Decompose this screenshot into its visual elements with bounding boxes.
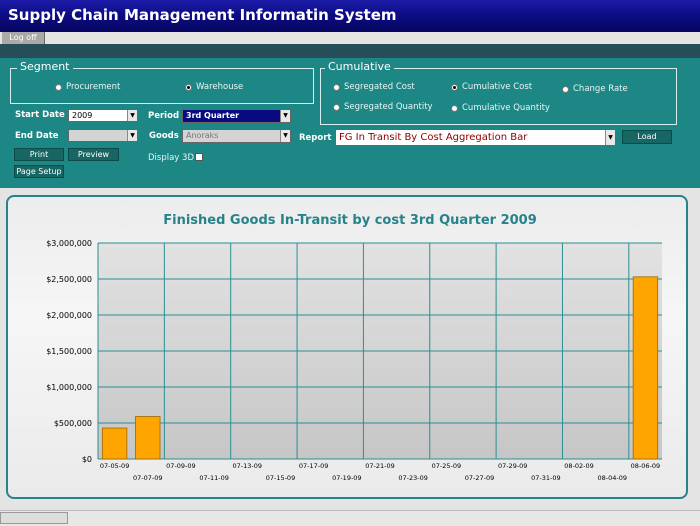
bar [632,276,659,460]
x-tick-label: 08-06-09 [631,462,661,470]
x-tick-label: 07-09-09 [166,462,196,470]
x-tick-label: 07-31-09 [531,474,561,482]
x-tick-label: 07-25-09 [432,462,462,470]
x-tick-label: 07-17-09 [299,462,329,470]
status-bar [0,510,700,526]
y-tick-label: $0 [82,455,92,464]
x-tick-label: 07-11-09 [199,474,229,482]
x-tick-label: 08-02-09 [564,462,594,470]
x-tick-label: 07-13-09 [233,462,263,470]
x-tick-label: 07-19-09 [332,474,362,482]
y-tick-label: $500,000 [54,419,92,428]
y-tick-label: $1,000,000 [46,383,92,392]
status-cell [0,512,68,524]
x-tick-label: 07-07-09 [133,474,163,482]
y-tick-label: $1,500,000 [46,347,92,356]
x-tick-label: 07-15-09 [266,474,296,482]
x-tick-label: 08-04-09 [597,474,627,482]
y-tick-label: $3,000,000 [46,239,92,248]
bar [101,427,128,460]
x-tick-label: 07-23-09 [398,474,428,482]
x-tick-label: 07-21-09 [365,462,395,470]
x-tick-label: 07-27-09 [465,474,495,482]
y-tick-label: $2,500,000 [46,275,92,284]
bar-chart: $0 $500,000 $1,000,000 $1,500,000 $2,000,000… [46,239,662,482]
bar [135,416,161,460]
x-tick-label: 07-05-09 [100,462,130,470]
x-tick-label: 07-29-09 [498,462,528,470]
y-tick-label: $2,000,000 [46,311,92,320]
